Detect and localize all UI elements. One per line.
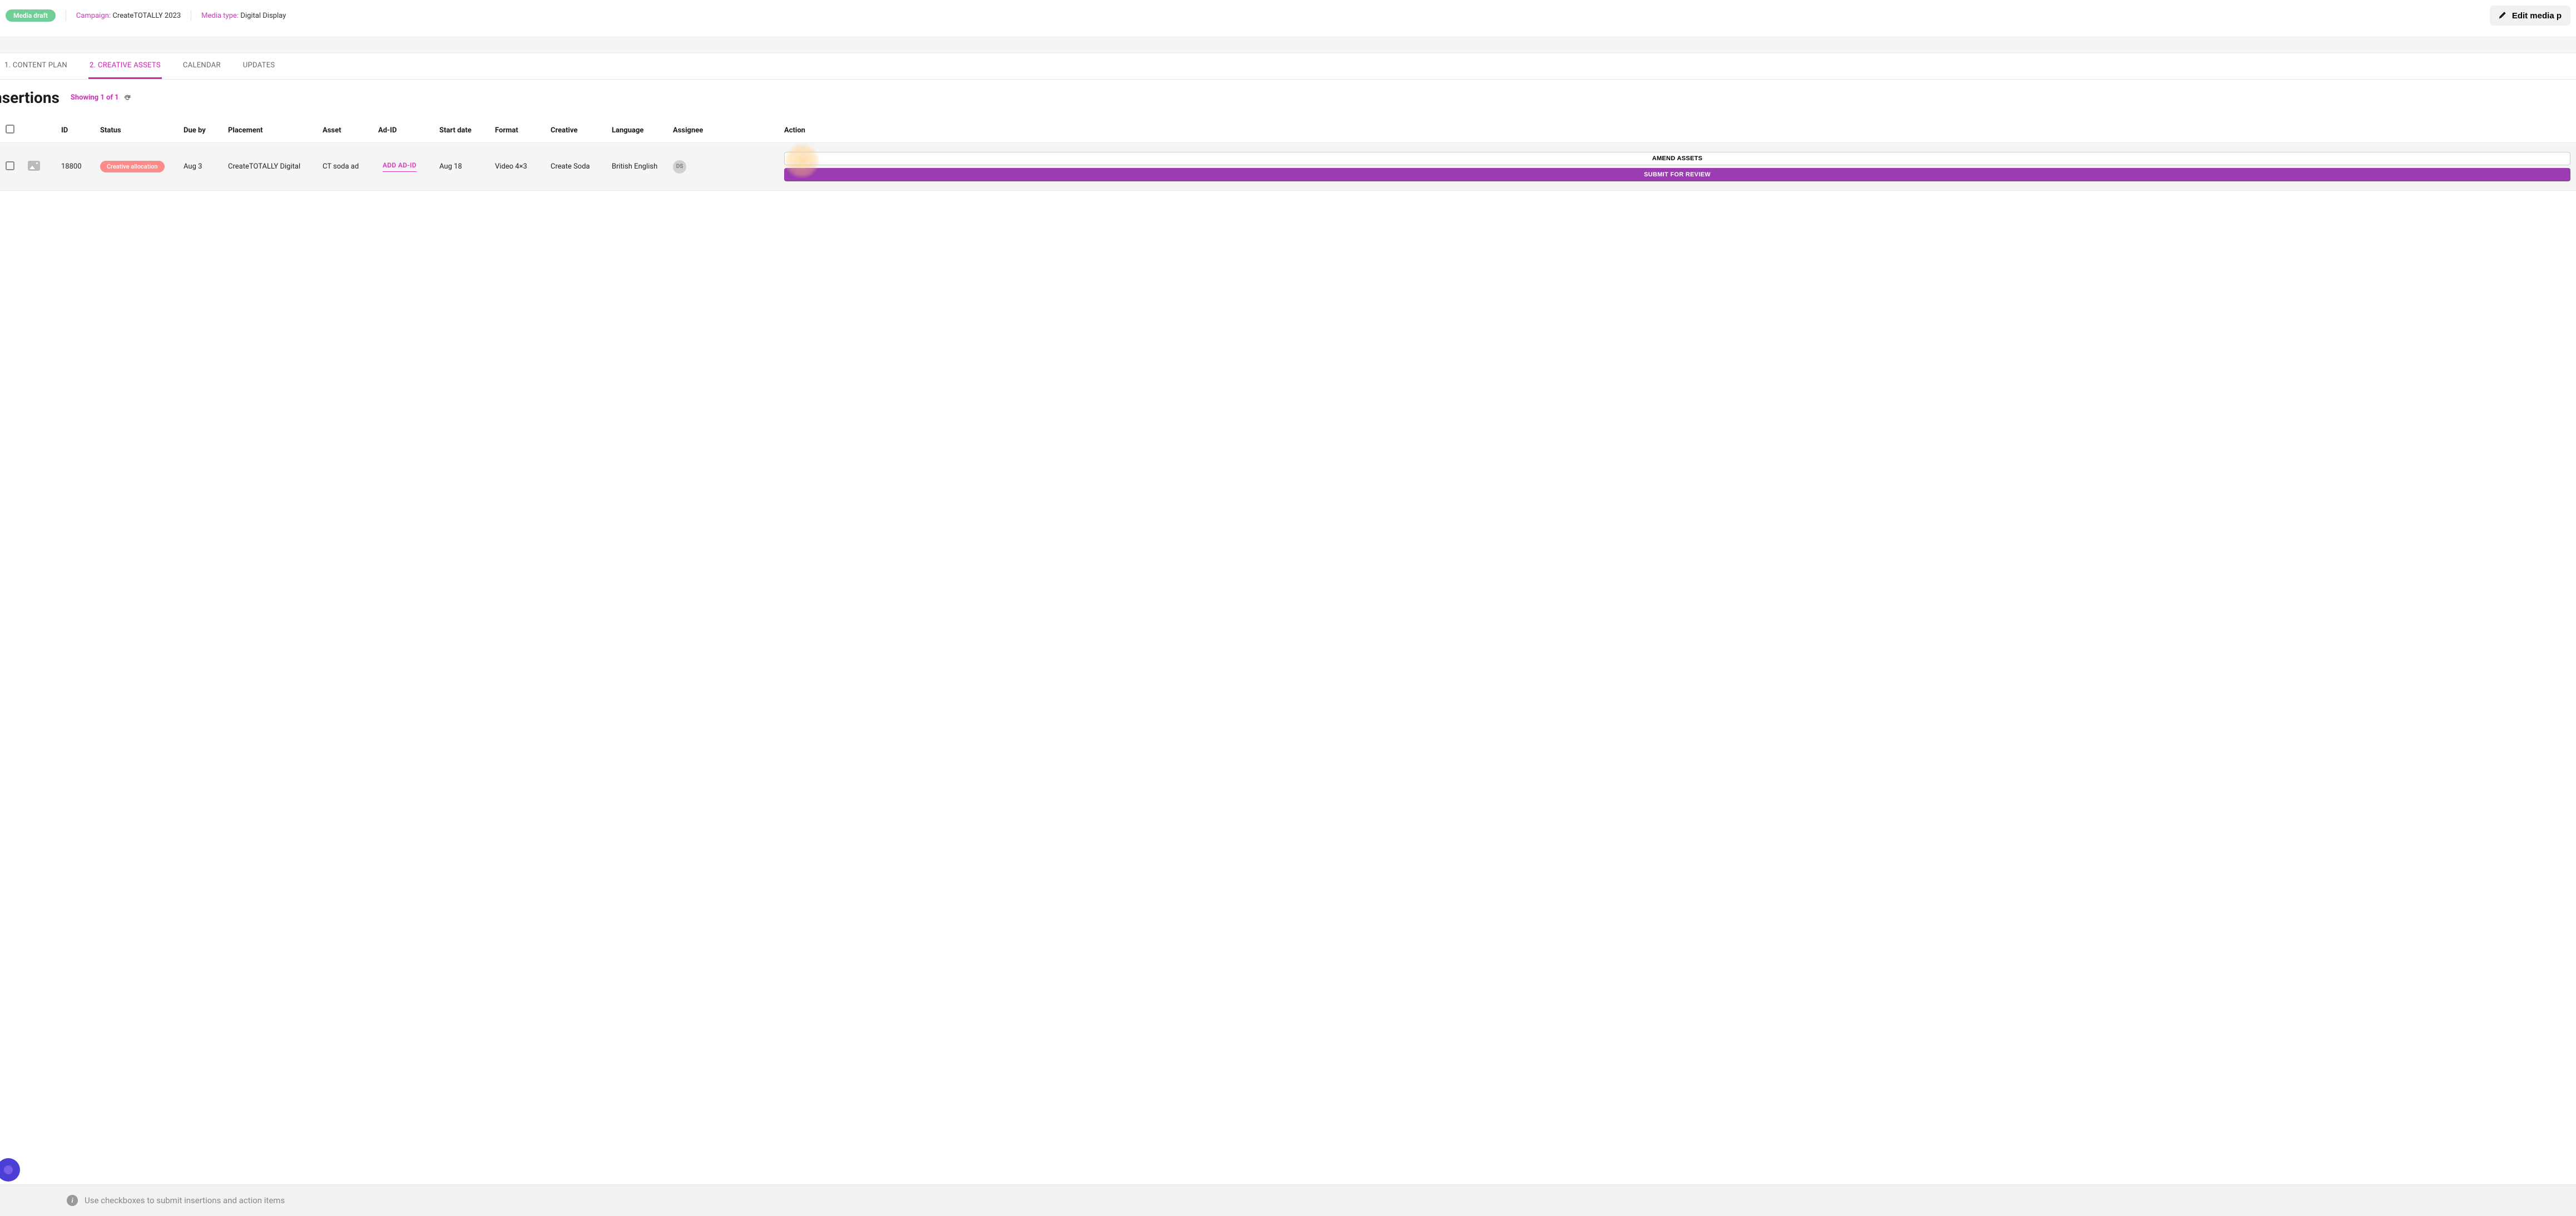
submit-for-review-button[interactable]: SUBMIT FOR REVIEW <box>784 168 2570 181</box>
cell-asset: CT soda ad <box>317 143 373 191</box>
tabs: 1. CONTENT PLAN 2. CREATIVE ASSETS CALEN… <box>0 53 2576 80</box>
edit-media-label: Edit media p <box>2512 11 2562 21</box>
col-creative: Creative <box>545 118 606 143</box>
pencil-icon <box>2499 10 2508 21</box>
page-header: Media draft Campaign: CreateTOTALLY 2023… <box>0 0 2576 37</box>
page-title: nsertions <box>0 88 60 107</box>
campaign-label: Campaign: <box>76 12 111 20</box>
col-start: Start date <box>434 118 489 143</box>
image-icon[interactable] <box>28 161 40 171</box>
table-header-row: ID Status Due by Placement Asset Ad-ID S… <box>0 118 2576 143</box>
table-row[interactable]: 18800 Creative allocation Aug 3 CreateTO… <box>0 143 2576 191</box>
insertions-table: ID Status Due by Placement Asset Ad-ID S… <box>0 118 2576 191</box>
tab-content-plan[interactable]: 1. CONTENT PLAN <box>3 53 68 79</box>
footer-hint-text: Use checkboxes to submit insertions and … <box>85 1195 285 1205</box>
media-draft-badge: Media draft <box>6 9 56 22</box>
title-row: nsertions Showing 1 of 1 <box>0 80 2576 118</box>
col-format: Format <box>489 118 545 143</box>
info-icon: i <box>67 1195 78 1206</box>
mediatype-label: Media type: <box>201 12 239 20</box>
help-fab[interactable] <box>0 1158 20 1182</box>
col-assignee: Assignee <box>667 118 779 143</box>
col-asset: Asset <box>317 118 373 143</box>
header-left: Media draft Campaign: CreateTOTALLY 2023… <box>6 9 286 22</box>
spacer <box>0 37 2576 53</box>
campaign-value-text: CreateTOTALLY 2023 <box>112 12 181 20</box>
refresh-icon[interactable] <box>123 94 131 102</box>
row-checkbox[interactable] <box>6 161 14 170</box>
tab-creative-assets[interactable]: 2. CREATIVE ASSETS <box>88 53 162 79</box>
showing-count: Showing 1 of 1 <box>71 93 131 102</box>
action-buttons: AMEND ASSETS SUBMIT FOR REVIEW <box>784 152 2570 181</box>
amend-assets-button[interactable]: AMEND ASSETS <box>784 152 2570 165</box>
assignee-avatar[interactable]: DS <box>673 160 686 174</box>
showing-text: Showing 1 of 1 <box>71 93 119 102</box>
cell-format: Video 4×3 <box>489 143 545 191</box>
add-adid-button[interactable]: ADD AD-ID <box>383 161 417 172</box>
cell-creative: Create Soda <box>545 143 606 191</box>
col-action: Action <box>779 118 2576 143</box>
col-due: Due by <box>178 118 222 143</box>
col-status: Status <box>95 118 178 143</box>
col-placement: Placement <box>222 118 317 143</box>
mediatype-meta: Media type: Digital Display <box>201 11 286 20</box>
footer-hint-bar: i Use checkboxes to submit insertions an… <box>0 1184 2576 1216</box>
fab-dot-icon <box>4 1165 13 1174</box>
cell-placement: CreateTOTALLY Digital <box>222 143 317 191</box>
col-language: Language <box>606 118 667 143</box>
cell-due: Aug 3 <box>178 143 222 191</box>
campaign-meta: Campaign: CreateTOTALLY 2023 <box>76 11 181 20</box>
cell-language: British English <box>606 143 667 191</box>
status-badge: Creative allocation <box>100 161 165 172</box>
select-all-checkbox[interactable] <box>6 125 14 134</box>
cell-id: 18800 <box>56 143 95 191</box>
col-adid: Ad-ID <box>373 118 434 143</box>
tab-calendar[interactable]: CALENDAR <box>182 53 222 79</box>
tab-updates[interactable]: UPDATES <box>242 53 276 79</box>
cell-start: Aug 18 <box>434 143 489 191</box>
mediatype-value-text: Digital Display <box>240 12 286 20</box>
edit-media-button[interactable]: Edit media p <box>2490 6 2570 26</box>
col-id: ID <box>56 118 95 143</box>
